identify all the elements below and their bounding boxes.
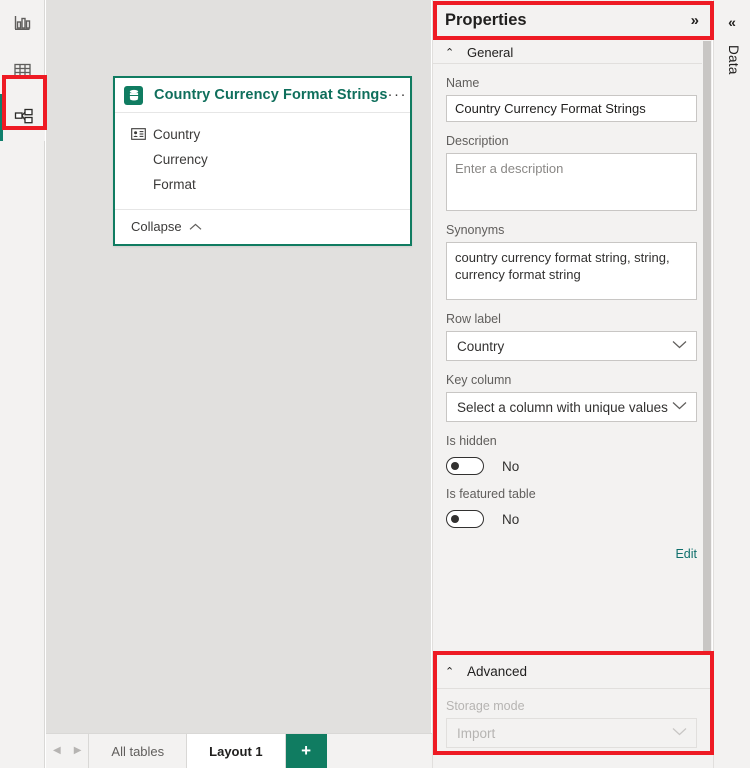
key-column-dropdown[interactable]: Select a column with unique values <box>446 392 697 422</box>
toggle-knob <box>451 515 459 523</box>
chevron-down-icon <box>672 727 687 739</box>
field-group-key-column: Key column Select a column with unique v… <box>446 373 698 422</box>
table-field-row[interactable]: Currency <box>115 147 410 172</box>
name-input[interactable]: Country Currency Format Strings <box>446 95 697 122</box>
properties-general-body: Name Country Currency Format Strings Des… <box>433 76 712 561</box>
properties-panel-header: Properties » <box>433 0 712 41</box>
collapse-label: Collapse <box>131 219 182 234</box>
tab-nav-arrows: ◀ ▶ <box>46 734 90 768</box>
chevron-down-icon <box>672 401 687 413</box>
key-column-dropdown-value: Select a column with unique values <box>457 399 668 415</box>
table-field-label: Country <box>153 127 201 142</box>
power-bi-model-view-window: Country Currency Format Strings ··· Coun… <box>0 0 750 768</box>
table-card-overflow-menu-icon[interactable]: ··· <box>388 87 411 102</box>
field-group-is-featured-table: Is featured table No <box>446 487 698 528</box>
is-featured-table-value: No <box>502 511 520 527</box>
synonyms-field-caption: Synonyms <box>446 223 505 237</box>
name-field-caption: Name <box>446 76 480 90</box>
table-card-header[interactable]: Country Currency Format Strings ··· <box>115 78 410 113</box>
table-card[interactable]: Country Currency Format Strings ··· Coun… <box>113 76 412 246</box>
rail-button-model-view[interactable] <box>0 94 45 141</box>
row-label-dropdown[interactable]: Country <box>446 331 697 361</box>
scrollbar-thumb[interactable] <box>703 41 711 652</box>
field-group-is-hidden: Is hidden No <box>446 434 698 475</box>
section-header-advanced[interactable]: ⌃ Advanced <box>433 654 712 689</box>
table-card-title: Country Currency Format Strings <box>154 87 388 103</box>
storage-mode-dropdown: Import <box>446 718 697 748</box>
page-title: Properties <box>445 11 527 29</box>
chevron-down-icon <box>672 340 687 352</box>
table-field-label: Format <box>153 177 196 192</box>
chevron-right-icon[interactable]: ▶ <box>74 746 82 756</box>
is-hidden-toggle-row: No <box>446 457 698 475</box>
tab-layout-1[interactable]: Layout 1 <box>187 734 286 768</box>
chevron-up-icon: ⌃ <box>445 46 455 59</box>
advanced-section: ⌃ Advanced Storage mode Import <box>433 654 712 748</box>
toggle-knob <box>451 462 459 470</box>
rail-button-table-view[interactable] <box>0 47 45 94</box>
row-label-id-card-icon <box>131 127 147 142</box>
collapse-panel-icon[interactable]: » <box>691 12 699 29</box>
storage-mode-field-caption: Storage mode <box>446 699 525 713</box>
key-column-field-caption: Key column <box>446 373 512 387</box>
is-hidden-toggle[interactable] <box>446 457 484 475</box>
advanced-section-body: Storage mode Import <box>433 689 712 748</box>
add-layout-button[interactable]: + <box>285 734 327 768</box>
table-grid-icon <box>12 60 33 81</box>
table-card-collapse-button[interactable]: Collapse <box>115 209 410 243</box>
table-card-field-list: Country Currency Format <box>115 113 410 209</box>
model-diagram-icon <box>13 106 36 129</box>
data-pane-label[interactable]: Data <box>726 45 741 75</box>
table-database-icon <box>124 85 143 105</box>
model-diagram-canvas[interactable]: Country Currency Format Strings ··· Coun… <box>46 0 431 733</box>
field-group-description: Description Enter a description <box>446 134 698 211</box>
table-field-row[interactable]: Format <box>115 172 410 197</box>
is-featured-table-field-caption: Is featured table <box>446 487 536 501</box>
field-group-synonyms: Synonyms country currency format string,… <box>446 223 698 300</box>
storage-mode-dropdown-value: Import <box>457 725 496 741</box>
is-featured-table-toggle[interactable] <box>446 510 484 528</box>
section-header-general[interactable]: ⌃ General <box>433 41 712 64</box>
section-title-advanced: Advanced <box>467 663 528 679</box>
chevron-up-icon <box>189 219 202 234</box>
expand-data-pane-icon[interactable]: « <box>714 14 750 30</box>
description-field-caption: Description <box>446 134 509 148</box>
data-pane-rail: « Data <box>713 0 750 768</box>
row-label-field-caption: Row label <box>446 312 501 326</box>
chevron-left-icon[interactable]: ◀ <box>53 746 61 756</box>
description-textarea[interactable]: Enter a description <box>446 153 697 211</box>
row-label-dropdown-value: Country <box>457 338 505 354</box>
properties-panel-scrollbar[interactable] <box>702 41 712 652</box>
is-featured-table-toggle-row: No <box>446 510 698 528</box>
rail-button-report-view[interactable] <box>0 0 45 47</box>
section-title-general: General <box>467 44 514 60</box>
chevron-up-icon: ⌃ <box>445 665 455 678</box>
edit-link[interactable]: Edit <box>446 547 698 561</box>
table-field-label: Currency <box>153 152 208 167</box>
is-hidden-value: No <box>502 458 520 474</box>
table-field-row[interactable]: Country <box>115 122 410 147</box>
field-group-row-label: Row label Country <box>446 312 698 361</box>
is-hidden-field-caption: Is hidden <box>446 434 497 448</box>
left-view-rail <box>0 0 45 768</box>
field-group-name: Name Country Currency Format Strings <box>446 76 698 122</box>
bar-chart-icon <box>12 13 33 34</box>
synonyms-textarea[interactable]: country currency format string, string, … <box>446 242 697 300</box>
properties-panel: Properties » ⌃ General Name Country Curr… <box>432 0 712 768</box>
tab-all-tables[interactable]: All tables <box>89 734 188 768</box>
